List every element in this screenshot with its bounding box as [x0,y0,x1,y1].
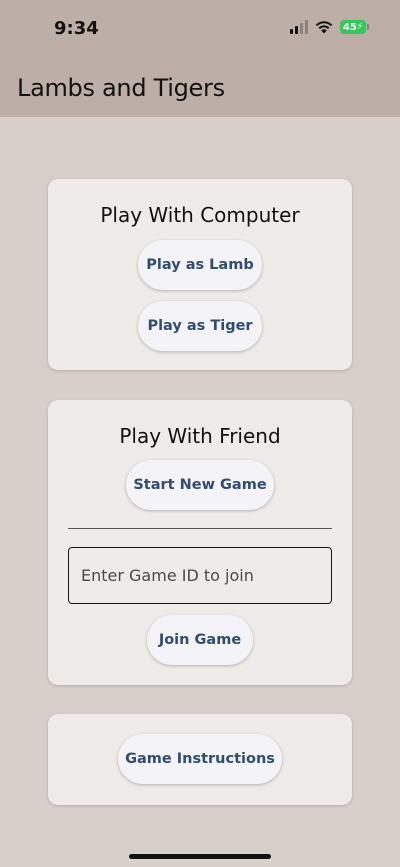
home-indicator[interactable] [129,854,271,859]
friend-card-title: Play With Friend [119,424,281,448]
app-bar: 9:34 45 ⚡ Lambs and Tigers [0,0,400,117]
page-title: Lambs and Tigers [17,74,225,102]
play-as-lamb-button[interactable]: Play as Lamb [138,240,262,290]
play-with-computer-card: Play With Computer Play as Lamb Play as … [48,179,352,370]
game-id-input[interactable] [68,547,332,604]
join-game-button[interactable]: Join Game [147,615,253,665]
game-instructions-button[interactable]: Game Instructions [118,734,282,784]
battery-charging-icon: 45 ⚡ [340,20,369,34]
computer-card-title: Play With Computer [100,203,300,227]
divider [68,528,332,529]
wifi-icon [315,21,333,34]
status-icons: 45 ⚡ [290,20,369,34]
cellular-signal-icon [290,20,308,34]
play-as-tiger-button[interactable]: Play as Tiger [138,301,262,351]
status-time: 9:34 [54,18,99,39]
start-new-game-button[interactable]: Start New Game [126,460,274,510]
instructions-card: Game Instructions [48,714,352,805]
battery-level: 45 [342,21,357,33]
play-with-friend-card: Play With Friend Start New Game Join Gam… [48,400,352,685]
